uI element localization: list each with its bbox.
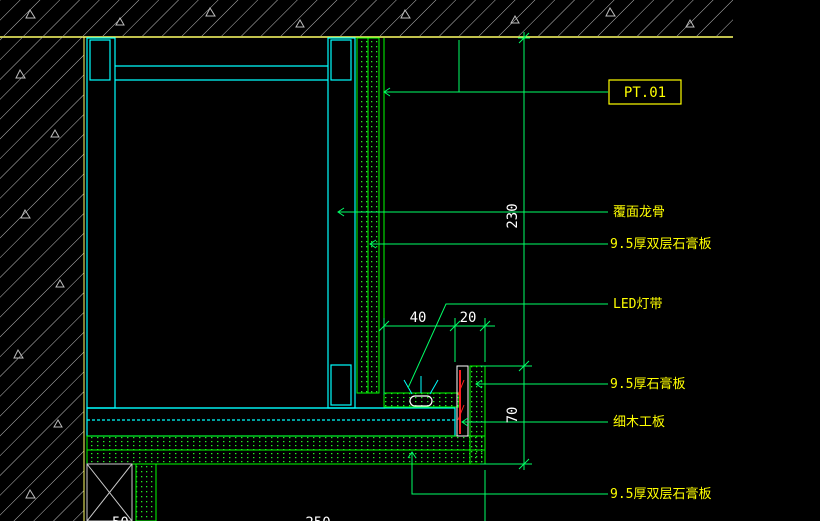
callout-gypsum-single: 9.5厚石膏板 [610, 376, 685, 392]
dim-20: 20 [460, 310, 477, 326]
callout-keel: 覆面龙骨 [613, 205, 665, 220]
dim-50: 50 [112, 515, 129, 521]
material-tag-text: PT.01 [624, 85, 666, 101]
dim-230: 230 [505, 203, 521, 228]
callout-labels: 覆面龙骨 9.5厚双层石膏板 LED灯带 9.5厚石膏板 细木工板 9.5厚双层… [610, 205, 711, 502]
dim-250: 250 [305, 515, 330, 521]
cad-detail-drawing: 230 70 40 20 50 250 PT.01 覆面龙骨 9.5厚双层石膏板… [0, 0, 733, 521]
callout-gypsum-double: 9.5厚双层石膏板 [610, 236, 711, 252]
dim-40: 40 [410, 310, 427, 326]
callout-led: LED灯带 [613, 297, 662, 312]
callout-plywood: 细木工板 [613, 415, 665, 430]
gypsum-boards [86, 37, 486, 521]
ceiling-slab [0, 0, 733, 38]
dim-70: 70 [505, 407, 521, 424]
dimension-text: 230 70 40 20 50 250 [112, 203, 521, 521]
steel-frame [86, 37, 456, 437]
callout-gypsum-double-bottom: 9.5厚双层石膏板 [610, 486, 711, 502]
left-wall [0, 37, 85, 521]
material-tag: PT.01 [608, 79, 682, 105]
